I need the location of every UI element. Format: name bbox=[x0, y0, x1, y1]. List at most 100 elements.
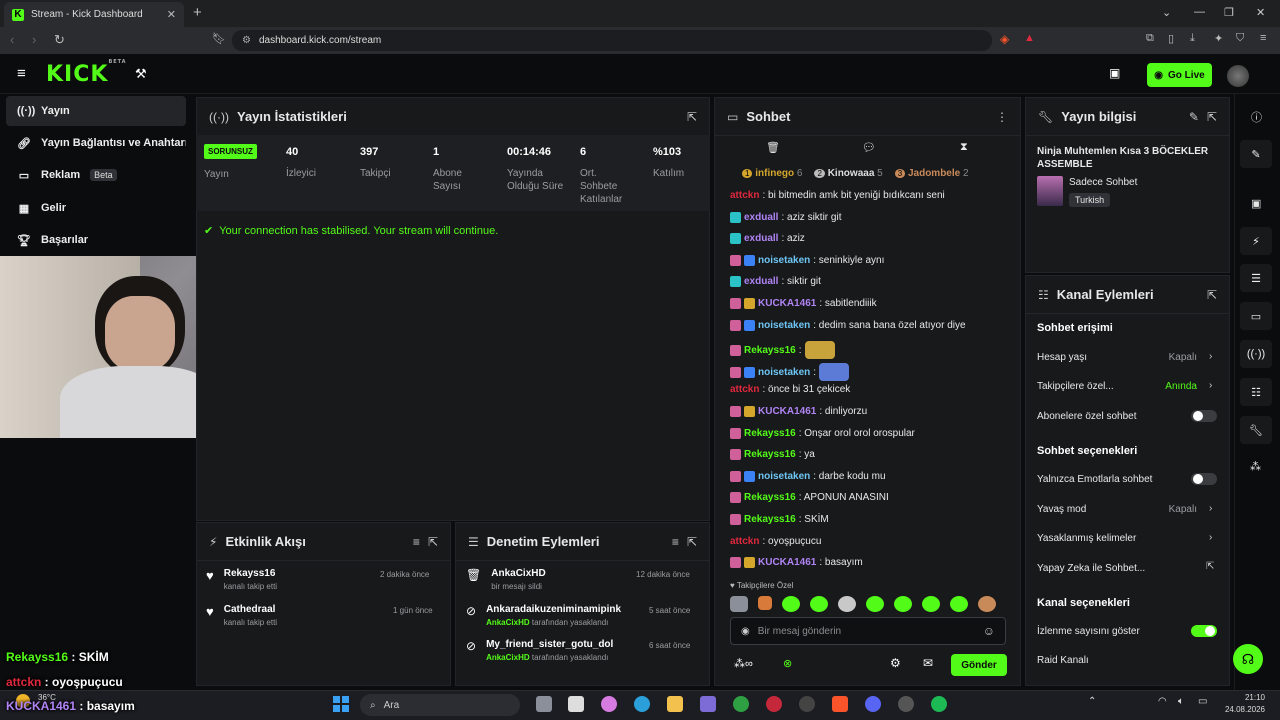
subs-only-toggle[interactable] bbox=[1191, 410, 1217, 422]
chevron-right-icon[interactable]: › bbox=[1209, 532, 1212, 543]
actions-rail-button[interactable]: ☷ bbox=[1240, 378, 1272, 406]
emoji-icon[interactable]: ☺ bbox=[983, 624, 995, 638]
chat-username[interactable]: noisetaken bbox=[758, 255, 810, 266]
downloads-icon[interactable]: ⤓ bbox=[1190, 32, 1195, 45]
sidebar-item-basarilar[interactable]: 🏆︎ Başarılar bbox=[6, 225, 186, 255]
emote-button[interactable] bbox=[950, 596, 968, 612]
discord-icon[interactable] bbox=[865, 696, 881, 712]
raid-channel-label[interactable]: Raid Kanalı bbox=[1037, 655, 1089, 666]
spotify-icon[interactable] bbox=[931, 696, 947, 712]
clock-date[interactable]: 24.08.2026 bbox=[1205, 705, 1265, 714]
close-tab-icon[interactable]: ✕ bbox=[167, 8, 176, 21]
chat-username[interactable]: Rekayss16 bbox=[744, 492, 796, 503]
brave-shield-icon[interactable]: ◈ bbox=[1000, 32, 1009, 46]
chat-username[interactable]: KUCKA1461 bbox=[758, 298, 816, 309]
lightning-rail-button[interactable]: ⚡︎ bbox=[1240, 227, 1272, 255]
go-live-button[interactable]: ◉ Go Live bbox=[1147, 63, 1212, 87]
emote-button[interactable] bbox=[866, 596, 884, 612]
chat-username[interactable]: KUCKA1461 bbox=[758, 557, 816, 568]
chat-username[interactable]: attckn bbox=[730, 536, 759, 547]
chat-username[interactable]: attckn bbox=[730, 384, 759, 395]
app-icon[interactable] bbox=[700, 696, 716, 712]
chat-username[interactable]: noisetaken bbox=[758, 367, 810, 378]
browser-tab[interactable]: K Stream - Kick Dashboard ✕ bbox=[4, 2, 184, 27]
menu-icon[interactable]: ≡ bbox=[1260, 32, 1266, 44]
activity-user[interactable]: Cathedraal bbox=[224, 604, 277, 615]
emote-only-toggle[interactable] bbox=[1191, 473, 1217, 485]
emote-button[interactable] bbox=[758, 596, 772, 610]
users-icon[interactable]: ⁂∞ bbox=[734, 657, 753, 670]
brave-icon[interactable] bbox=[832, 696, 848, 712]
followers-only-setting[interactable]: Takipçilere özel... bbox=[1037, 381, 1114, 392]
moderation-user[interactable]: Ankaradaikuzeniminamipink bbox=[486, 604, 621, 615]
emote-button[interactable] bbox=[810, 596, 828, 612]
studio-icon[interactable]: ▣ bbox=[1109, 66, 1120, 80]
settings-icon[interactable]: ⚙ bbox=[890, 656, 901, 670]
chat-input[interactable]: ◉ Bir mesaj gönderin ☺ bbox=[730, 617, 1006, 645]
sidebar-item-stream-key[interactable]: 🔗︎ Yayın Bağlantısı ve Anahtarı bbox=[6, 128, 186, 158]
explorer-icon[interactable] bbox=[667, 696, 683, 712]
filter-icon[interactable]: ≡ bbox=[672, 535, 679, 549]
windows-start-icon[interactable] bbox=[333, 696, 349, 712]
xbox-icon[interactable] bbox=[733, 696, 749, 712]
edge-icon[interactable] bbox=[634, 696, 650, 712]
taskview-icon[interactable] bbox=[536, 696, 552, 712]
ai-chat-label[interactable]: Yapay Zeka ile Sohbet... bbox=[1037, 563, 1145, 574]
chevron-right-icon[interactable]: › bbox=[1209, 503, 1212, 514]
kick-emote-icon[interactable]: ⊗ bbox=[783, 657, 792, 670]
banned-words-label[interactable]: Yasaklanmış kelimeler bbox=[1037, 533, 1136, 544]
reload-icon[interactable]: ↻ bbox=[54, 32, 65, 48]
emote-button[interactable] bbox=[838, 596, 856, 612]
account-age-label[interactable]: Hesap yaşı bbox=[1037, 352, 1087, 363]
brave-rewards-icon[interactable]: ▲ bbox=[1024, 32, 1035, 44]
minimize-button[interactable]: — bbox=[1194, 6, 1205, 18]
close-window-button[interactable]: ✕ bbox=[1256, 6, 1265, 19]
speech-bubble-icon[interactable]: 💬︎ bbox=[862, 141, 876, 154]
chat-username[interactable]: Rekayss16 bbox=[744, 514, 796, 525]
leaderboard-entry[interactable]: 2 Kinowaaa 5 bbox=[814, 168, 883, 179]
sidebar-item-reklam[interactable]: ▭ Reklam Beta bbox=[6, 160, 186, 190]
emote-button[interactable] bbox=[894, 596, 912, 612]
category-thumbnail[interactable] bbox=[1037, 176, 1063, 206]
sidebar-icon[interactable]: ▯ bbox=[1168, 32, 1174, 45]
taskbar-search[interactable]: ⌕ Ara bbox=[360, 694, 520, 716]
chat-username[interactable]: exduall bbox=[744, 233, 778, 244]
chat-settings-icon[interactable]: ✉ bbox=[923, 656, 933, 670]
vpn-icon[interactable]: ⛉ bbox=[1236, 32, 1244, 45]
chat-username[interactable]: noisetaken bbox=[758, 471, 810, 482]
broadcast-rail-button[interactable]: ((·)) bbox=[1240, 340, 1272, 368]
chat-username[interactable]: noisetaken bbox=[758, 320, 810, 331]
emote-button[interactable] bbox=[782, 596, 800, 612]
leo-icon[interactable]: ✦ bbox=[1214, 32, 1223, 45]
volume-icon[interactable]: 🔈︎ bbox=[1178, 696, 1184, 707]
tab-list-icon[interactable]: ⌄ bbox=[1162, 6, 1171, 19]
list-rail-button[interactable]: ☰ bbox=[1240, 264, 1272, 292]
chat-username[interactable]: KUCKA1461 bbox=[758, 406, 816, 417]
hamburger-menu-icon[interactable]: ≡ bbox=[17, 65, 26, 82]
leaderboard-entry[interactable]: 3 Jadombele 2 bbox=[894, 168, 969, 179]
chat-username[interactable]: exduall bbox=[744, 276, 778, 287]
back-icon[interactable]: ‹ bbox=[10, 32, 14, 47]
chevron-right-icon[interactable]: › bbox=[1209, 380, 1212, 391]
copilot-icon[interactable] bbox=[601, 696, 617, 712]
edit-rail-button[interactable]: ✎ bbox=[1240, 140, 1272, 168]
user-avatar[interactable] bbox=[1227, 65, 1249, 87]
slow-mode-label[interactable]: Yavaş mod bbox=[1037, 504, 1086, 515]
bookmark-icon[interactable]: 🔖︎ bbox=[212, 32, 226, 45]
chat-username[interactable]: exduall bbox=[744, 212, 778, 223]
chat-username[interactable]: attckn bbox=[730, 190, 759, 201]
moderation-user[interactable]: AnkaCixHD bbox=[491, 568, 545, 579]
sidebar-item-yayin[interactable]: ((·)) Yayın bbox=[6, 96, 186, 126]
popout-icon[interactable]: ⇱ bbox=[1207, 110, 1217, 124]
popout-icon[interactable]: ⇱ bbox=[428, 535, 438, 549]
hourglass-icon[interactable]: ⧗ bbox=[960, 141, 968, 154]
wifi-icon[interactable]: ◠ bbox=[1158, 696, 1167, 707]
add-widget-icon[interactable]: ⁂ bbox=[1250, 460, 1261, 473]
trash-icon[interactable]: 🗑︎ bbox=[766, 141, 780, 154]
emote-button[interactable] bbox=[730, 596, 748, 612]
external-link-icon[interactable]: ⇱ bbox=[1206, 561, 1214, 572]
popout-icon[interactable]: ⇱ bbox=[687, 110, 697, 124]
address-bar[interactable]: ⚙ dashboard.kick.com/stream bbox=[232, 30, 992, 51]
sidebar-item-gelir[interactable]: ▦ Gelir bbox=[6, 193, 186, 223]
chat-username[interactable]: Rekayss16 bbox=[744, 428, 796, 439]
